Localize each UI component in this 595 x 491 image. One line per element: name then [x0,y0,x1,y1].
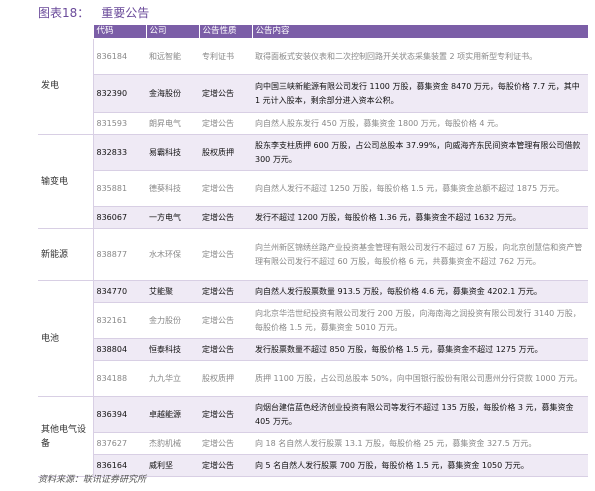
type-cell: 定增公告 [199,280,252,303]
company-cell: 一方电气 [146,206,199,229]
company-cell: 易霸科技 [146,134,199,171]
code-cell: 835881 [93,170,146,207]
company-cell: 和远智能 [146,38,199,75]
category-cell: 其他电气设备 [38,396,94,477]
code-cell: 838877 [93,228,146,281]
source-note: 资料来源：联讯证券研究所 [38,475,147,485]
type-cell: 股权质押 [199,360,252,397]
type-cell: 定增公告 [199,228,252,281]
table-row: 832161 金力股份 定增公告 向北京华浩世纪投资有限公司发行 200 万股，… [38,302,588,339]
table-header-row: 代码 公司 公告性质 公告内容 [38,24,589,39]
figure-title: 图表18： 重要公告 [38,4,149,22]
table-row: 输变电 832833 易霸科技 股权质押 股东李支柱质押 600 万股，占公司总… [38,134,588,229]
company-cell: 九九华立 [146,360,199,397]
company-cell: 金海股份 [146,74,199,113]
company-cell: 朗昇电气 [146,112,199,135]
header-type: 公告性质 [198,24,253,39]
company-cell: 艾能聚 [146,280,199,303]
header-code: 代码 [92,24,147,39]
content-cell: 向烟台建信蓝色经济创业投资有限公司等发行不超过 135 万股，每股价格 3 元，… [252,396,588,433]
table-row: 834188 九九华立 股权质押 质押 1100 万股，占公司总股本 50%，向… [38,360,588,397]
figure-caption: 重要公告 [101,6,150,20]
category-cell: 输变电 [38,134,94,229]
content-cell: 向 18 名自然人发行股票 13.1 万股，每股价格 25 元，募集资金 327… [252,432,588,455]
table-row: 电池 834770 艾能聚 定增公告 向自然人发行股票数量 913.5 万股，每… [38,280,588,397]
table-row: 831593 朗昇电气 定增公告 向自然人股东发行 450 万股，募集资金 18… [38,112,588,135]
table-row: 838804 恒泰科技 定增公告 发行股票数量不超过 850 万股，每股价格 1… [38,338,588,361]
content-cell: 向兰州新区锦绣丝路产业投资基金管理有限公司发行不超过 67 万股，向北京创慧信和… [252,228,588,281]
code-cell: 837627 [93,432,146,455]
content-cell: 发行不超过 1200 万股，每股价格 1.36 元，募集资金不超过 1632 万… [252,206,588,229]
content-cell: 向北京华浩世纪投资有限公司发行 200 万股，向海南海之润投资有限公司发行 31… [252,302,588,339]
company-cell: 金力股份 [146,302,199,339]
content-cell: 向自然人发行股票数量 913.5 万股，每股价格 4.6 元，募集资金 4202… [252,280,588,303]
type-cell: 股权质押 [199,134,252,171]
content-cell: 股东李支柱质押 600 万股，占公司总股本 37.99%，向威海齐东民间资本管理… [252,134,588,171]
code-cell: 832833 [93,134,146,171]
content-cell: 质押 1100 万股，占公司总股本 50%，向中国银行股份有限公司惠州分行贷款 … [252,360,588,397]
category-cell: 新能源 [38,228,94,281]
code-cell: 831593 [93,112,146,135]
table-row: 新能源 838877 水木环保 定增公告 向兰州新区锦绣丝路产业投资基金管理有限… [38,228,588,281]
type-cell: 定增公告 [199,302,252,339]
figure-number: 图表18： [38,6,90,20]
content-cell: 发行股票数量不超过 850 万股，每股价格 1.5 元，募集资金不超过 1275… [252,338,588,361]
table-row: 836067 一方电气 定增公告 发行不超过 1200 万股，每股价格 1.36… [38,206,588,229]
code-cell: 838804 [93,338,146,361]
type-cell: 定增公告 [199,338,252,361]
company-cell: 德葵科技 [146,170,199,207]
company-cell: 卓越能源 [146,396,199,433]
header-company: 公司 [145,24,200,39]
category-cell: 发电 [38,38,94,135]
company-cell: 杰豹机械 [146,432,199,455]
type-cell: 定增公告 [199,454,252,477]
type-cell: 定增公告 [199,432,252,455]
code-cell: 836394 [93,396,146,433]
type-cell: 定增公告 [199,396,252,433]
code-cell: 832390 [93,74,146,113]
type-cell: 定增公告 [199,206,252,229]
table-row: 其他电气设备 836394 卓越能源 定增公告 向烟台建信蓝色经济创业投资有限公… [38,396,588,477]
code-cell: 834188 [93,360,146,397]
company-cell: 恒泰科技 [146,338,199,361]
header-content: 公告内容 [251,24,589,39]
content-cell: 取得面板式安装仪表和二次控制回路开关状态采集装置 2 项实用新型专利证书。 [252,38,588,75]
company-cell: 水木环保 [146,228,199,281]
code-cell: 836184 [93,38,146,75]
content-cell: 向自然人发行不超过 1250 万股，每股价格 1.5 元，募集资金总额不超过 1… [252,170,588,207]
table-row: 832390 金海股份 定增公告 向中国三峡新能源有限公司发行 1100 万股，… [38,74,588,113]
code-cell: 836067 [93,206,146,229]
content-cell: 向中国三峡新能源有限公司发行 1100 万股，募集资金 8470 万元，每股价格… [252,74,588,113]
table-row: 发电 836184 和远智能 专利证书 取得面板式安装仪表和二次控制回路开关状态… [38,38,588,135]
type-cell: 定增公告 [199,112,252,135]
table-row: 837627 杰豹机械 定增公告 向 18 名自然人发行股票 13.1 万股，每… [38,432,588,455]
announcement-table: 代码 公司 公告性质 公告内容 发电 836184 和远智能 专利证书 取得面板… [38,24,589,477]
content-cell: 向 5 名自然人发行股票 700 万股，每股价格 1.5 元，募集资金 1050… [252,454,588,477]
code-cell: 834770 [93,280,146,303]
header-category [38,24,93,39]
company-cell: 威利坚 [146,454,199,477]
content-cell: 向自然人股东发行 450 万股，募集资金 1800 万元，每股价格 4 元。 [252,112,588,135]
table-row: 835881 德葵科技 定增公告 向自然人发行不超过 1250 万股，每股价格 … [38,170,588,207]
category-cell: 电池 [38,280,94,397]
announcement-figure: 图表18： 重要公告 代码 公司 公告性质 公告内容 发电 836184 和远智能 [0,0,595,491]
type-cell: 专利证书 [199,38,252,75]
code-cell: 832161 [93,302,146,339]
type-cell: 定增公告 [199,170,252,207]
type-cell: 定增公告 [199,74,252,113]
